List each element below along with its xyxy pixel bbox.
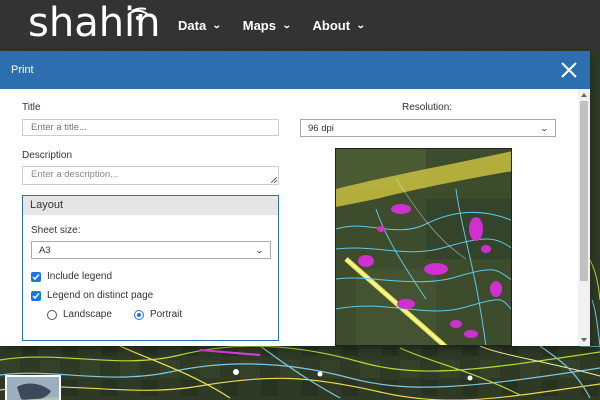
resolution-label: Resolution: <box>402 102 453 113</box>
dialog-title: Print <box>11 64 34 76</box>
dialog-scrollbar[interactable] <box>578 89 590 346</box>
include-legend-checkbox[interactable]: Include legend <box>31 271 112 282</box>
close-button[interactable] <box>558 59 580 81</box>
logo[interactable]: shahin <box>20 0 168 47</box>
description-label: Description <box>22 150 73 161</box>
layout-panel: Layout Sheet size: A3 ⌄ Include legend L… <box>22 195 279 341</box>
nav-item-data[interactable]: Data ⌄ <box>178 17 222 33</box>
landscape-radio[interactable]: Landscape <box>47 309 112 320</box>
portrait-radio[interactable]: Portrait <box>133 309 183 320</box>
chevron-down-icon: ⌄ <box>281 19 292 30</box>
radio-checked-icon <box>133 309 144 320</box>
top-navbar: shahin Data ⌄ Maps ⌄ About ⌄ <box>0 0 600 50</box>
nav-item-label: Maps <box>242 17 276 33</box>
sheet-size-value: A3 <box>39 244 51 256</box>
dialog-header: Print <box>0 51 590 89</box>
landscape-label: Landscape <box>63 309 112 320</box>
chevron-down-icon: ⌄ <box>212 19 222 30</box>
resolution-select[interactable]: 96 dpi ⌄ <box>300 119 556 137</box>
radio-unchecked-icon <box>47 309 57 320</box>
title-label: Title <box>22 102 41 113</box>
legend-distinct-page-checkbox[interactable]: Legend on distinct page <box>31 290 153 301</box>
description-placeholder: Enter a description... <box>31 169 119 180</box>
nav-item-maps[interactable]: Maps ⌄ <box>242 17 292 33</box>
legend-distinct-page-label: Legend on distinct page <box>47 290 154 301</box>
resolution-value: 96 dpi <box>308 122 334 134</box>
orientation-radio-group: Landscape Portrait <box>47 309 204 320</box>
portrait-label: Portrait <box>149 309 183 320</box>
checkbox-checked-icon <box>31 290 41 301</box>
nav-item-about[interactable]: About ⌄ <box>312 17 366 33</box>
logo-text: shahin <box>28 0 161 46</box>
chevron-down-icon: ⌄ <box>254 245 265 255</box>
main-nav: Data ⌄ Maps ⌄ About ⌄ <box>178 18 387 33</box>
chevron-down-icon: ⌄ <box>355 19 366 30</box>
layout-header[interactable]: Layout <box>23 196 278 215</box>
print-dialog: Print Title Description Enter a descript… <box>0 51 590 346</box>
nav-item-label: About <box>312 17 351 33</box>
description-textarea[interactable]: Enter a description... <box>22 166 279 185</box>
include-legend-label: Include legend <box>47 271 113 282</box>
scroll-up-icon[interactable] <box>581 93 587 97</box>
basemap-thumbnail[interactable] <box>5 375 61 400</box>
scroll-thumb[interactable] <box>580 101 588 281</box>
title-input[interactable] <box>22 119 279 136</box>
close-icon <box>561 62 577 78</box>
scroll-down-icon[interactable] <box>581 338 587 342</box>
print-preview-image <box>335 148 512 346</box>
resize-grip-icon[interactable] <box>271 177 277 183</box>
dialog-body: Title Description Enter a description...… <box>0 89 578 346</box>
chevron-down-icon: ⌄ <box>539 123 550 133</box>
checkbox-checked-icon <box>31 271 41 282</box>
nav-item-label: Data <box>178 17 207 33</box>
sheet-size-label: Sheet size: <box>31 225 81 236</box>
sheet-size-select[interactable]: A3 ⌄ <box>31 241 271 259</box>
